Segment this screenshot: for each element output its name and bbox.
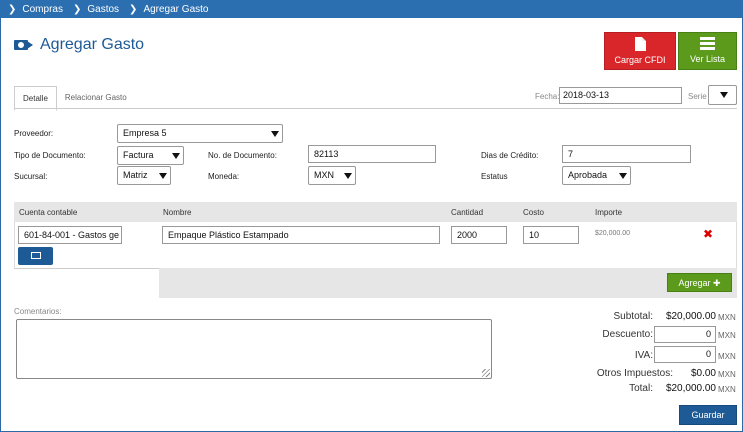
delete-row-icon[interactable]: ✖ [703,227,713,241]
ver-lista-label: Ver Lista [689,54,726,64]
otros-impuestos-currency: MXN [718,370,736,379]
no-documento-input[interactable]: 82113 [308,145,436,163]
serie-select[interactable] [708,85,737,105]
sucursal-select[interactable]: Matriz [117,166,171,185]
estatus-label: Estatus [481,172,508,181]
sucursal-label: Sucursal: [14,172,48,181]
col-cantidad: Cantidad [451,208,484,217]
resize-handle-icon[interactable] [482,369,490,377]
catalog-icon [31,252,41,259]
caret-down-icon [619,173,627,179]
money-arrow-icon [14,39,34,51]
proveedor-value: Empresa 5 [123,128,167,138]
total-value: $20,000.00 [665,383,716,394]
dias-credito-label: Dias de Crédito: [481,151,539,160]
moneda-select[interactable]: MXN [308,166,356,185]
caret-down-icon [720,92,728,98]
breadcrumb-gastos[interactable]: Gastos [87,4,119,15]
tipo-documento-select[interactable]: Factura [117,146,184,165]
iva-label: IVA: [634,350,653,361]
cargar-cfdi-button[interactable]: Cargar CFDI [604,32,676,70]
tab-divider [14,108,737,109]
row-divider [14,268,159,269]
comentarios-label: Comentarios: [14,307,62,316]
comentarios-textarea[interactable] [16,319,492,379]
chevron-right-icon: ❯ [8,3,17,15]
cargar-cfdi-label: Cargar CFDI [614,55,666,65]
estatus-select[interactable]: Aprobada [562,166,631,185]
ver-lista-button[interactable]: Ver Lista [678,32,737,70]
fecha-input[interactable]: 2018-03-13 [559,87,682,104]
otros-impuestos-value: $0.00 [690,368,716,379]
sucursal-value: Matriz [123,170,148,180]
subtotal-label: Subtotal: [613,311,653,322]
breadcrumb-agregar-gasto: Agregar Gasto [143,3,209,15]
table-footer [159,268,737,298]
page-header: Agregar Gasto [14,36,144,54]
subtotal-value: $20,000.00 [665,311,716,322]
proveedor-label: Proveedor: [14,129,54,138]
page-title: Agregar Gasto [40,36,145,53]
total-label: Total: [629,383,653,394]
dias-credito-input[interactable]: 7 [562,145,691,163]
tipo-documento-label: Tipo de Documento: [14,151,86,160]
guardar-button[interactable]: Guardar [679,405,737,425]
subtotal-currency: MXN [718,313,736,322]
chevron-right-icon: ❯ [129,3,138,15]
caret-down-icon [172,153,180,159]
proveedor-select[interactable]: Empresa 5 [117,124,283,143]
caret-down-icon [344,173,352,179]
breadcrumb: ❯ Compras ❯ Gastos ❯ Agregar Gasto [0,0,743,18]
descuento-currency: MXN [718,331,736,340]
cuenta-contable-input[interactable]: 601-84-001 - Gastos ge [18,226,122,244]
col-nombre: Nombre [163,208,192,217]
tipo-documento-value: Factura [123,150,154,160]
cantidad-input[interactable]: 2000 [451,226,507,244]
costo-input[interactable]: 10 [523,226,579,244]
list-icon [700,37,715,50]
otros-impuestos-label: Otros Impuestos: [596,368,673,379]
serie-label: Serie [688,92,707,101]
col-importe: Importe [595,208,623,217]
descuento-input[interactable]: 0 [654,326,716,343]
fecha-label: Fecha: [535,92,560,101]
caret-down-icon [271,131,279,137]
caret-down-icon [159,173,167,179]
agregar-label: Agregar [678,278,711,288]
breadcrumb-compras[interactable]: Compras [22,4,63,15]
moneda-label: Moneda: [208,172,240,181]
nombre-input[interactable]: Empaque Plástico Estampado [162,226,440,244]
agregar-button[interactable]: Agregar ✚ [667,273,732,292]
iva-input[interactable]: 0 [654,346,716,363]
no-documento-label: No. de Documento: [208,151,277,160]
col-cuenta-contable: Cuenta contable [19,208,78,217]
total-currency: MXN [718,385,736,394]
document-icon [634,37,646,51]
col-costo: Costo [523,208,544,217]
descuento-label: Descuento: [602,329,653,340]
iva-currency: MXN [718,352,736,361]
moneda-value: MXN [314,170,334,180]
chevron-right-icon: ❯ [72,3,82,15]
plus-icon: ✚ [713,278,721,288]
estatus-value: Aprobada [568,170,608,180]
importe-value: $20,000.00 [595,230,631,237]
cuenta-catalog-button[interactable] [18,247,53,265]
table-header [14,202,737,222]
